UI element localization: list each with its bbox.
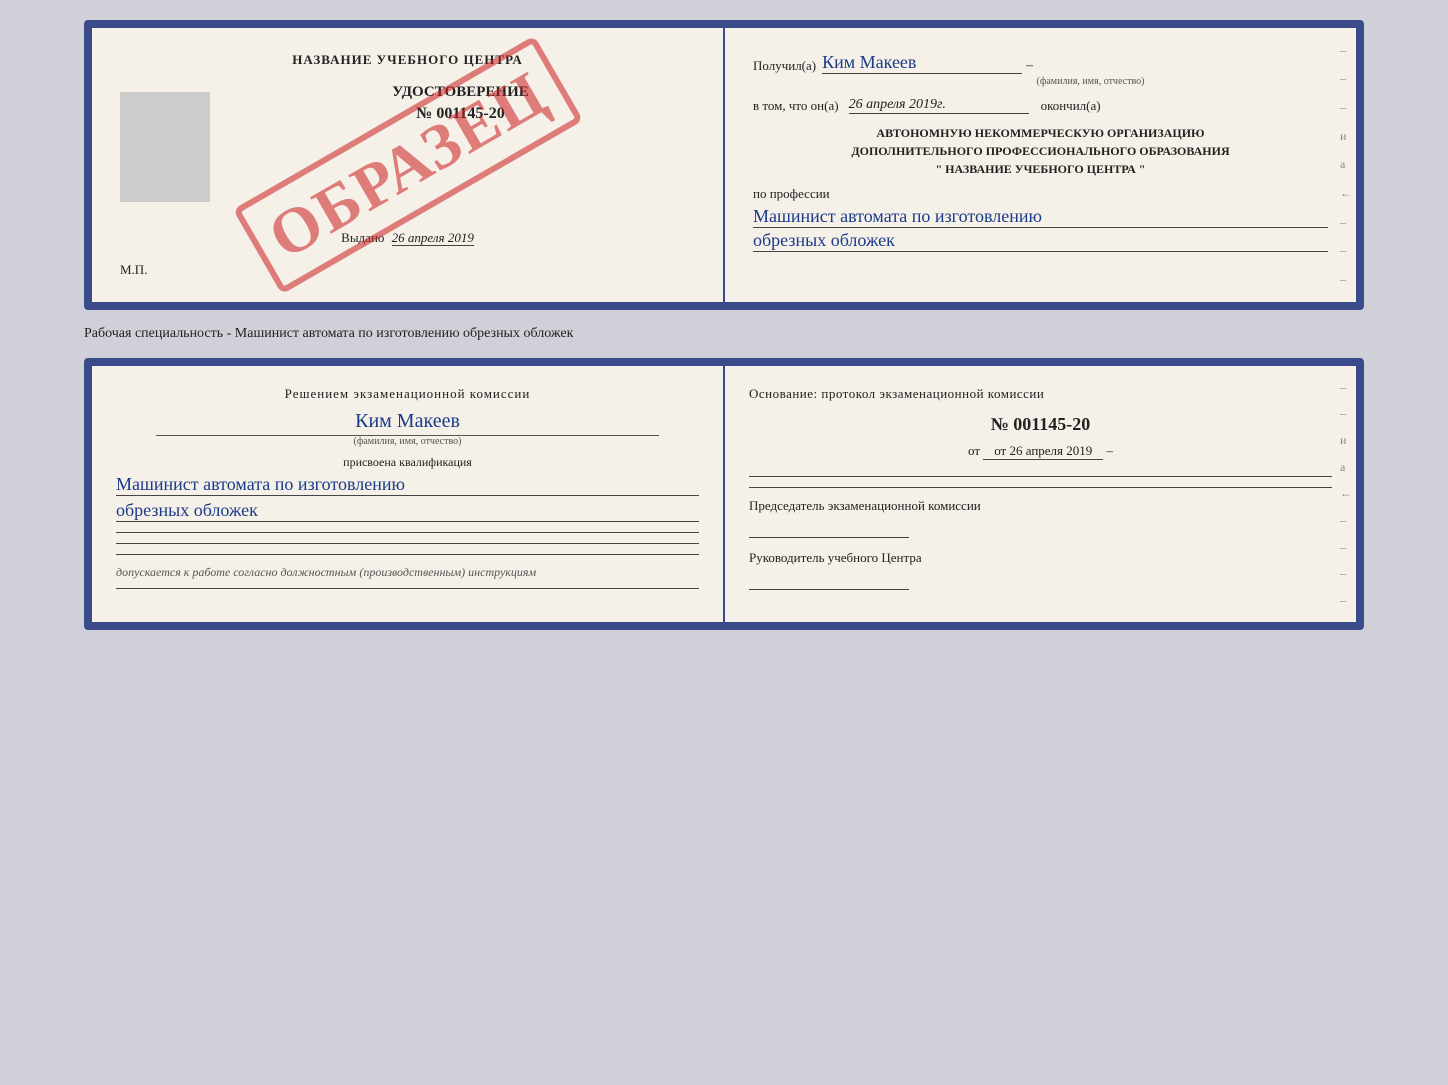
chair-section: Председатель экзаменационной комиссии — [749, 476, 1332, 538]
bottom-doc-left: Решением экзаменационной комиссии Ким Ма… — [92, 366, 725, 622]
assigned-label: присвоена квалификация — [116, 455, 699, 470]
person-subtext: (фамилия, имя, отчество) — [156, 435, 659, 447]
issued-label: Выдано — [341, 230, 384, 245]
right-side-dashes: – – – и а ← – – – — [1336, 28, 1356, 302]
date-row: в том, что он(а) 26 апреля 2019г. окончи… — [753, 97, 1328, 114]
between-label: Рабочая специальность - Машинист автомат… — [84, 326, 1364, 342]
basis-label: Основание: протокол экзаменационной коми… — [749, 386, 1332, 402]
profession-label: по профессии — [753, 186, 1328, 202]
person-name: Ким Макеев — [116, 410, 699, 433]
allowed-text: допускается к работе согласно должностны… — [116, 565, 699, 580]
received-name: Ким Макеев — [822, 52, 1022, 74]
blank-line-2 — [116, 543, 699, 544]
protocol-number: № 001145-20 — [749, 414, 1332, 435]
finished-label: окончил(а) — [1041, 98, 1101, 114]
from-prefix: от — [968, 443, 983, 458]
name-subtext: (фамилия, имя, отчество) — [853, 76, 1328, 87]
received-dash: – — [1026, 58, 1033, 74]
blank-line-3 — [116, 554, 699, 555]
qualification-value-1: Машинист автомата по изготовлению — [116, 474, 699, 496]
top-document: НАЗВАНИЕ УЧЕБНОГО ЦЕНТРА УДОСТОВЕРЕНИЕ №… — [84, 20, 1364, 310]
chair-label: Председатель экзаменационной комиссии — [749, 498, 1332, 514]
head-signature-line — [749, 570, 909, 590]
date-value: 26 апреля 2019г. — [849, 97, 1029, 114]
chair-blank-1 — [749, 476, 1332, 477]
received-label: Получил(а) — [753, 58, 816, 74]
head-label: Руководитель учебного Центра — [749, 550, 1332, 566]
profession-value-1: Машинист автомата по изготовлению — [753, 206, 1328, 228]
top-doc-left: НАЗВАНИЕ УЧЕБНОГО ЦЕНТРА УДОСТОВЕРЕНИЕ №… — [92, 28, 725, 302]
in-that-label: в том, что он(а) — [753, 98, 839, 114]
profession-section: по профессии Машинист автомата по изгото… — [753, 186, 1328, 252]
qualification-value-2: обрезных обложек — [116, 500, 699, 522]
bottom-doc-right: Основание: протокол экзаменационной коми… — [725, 366, 1356, 622]
issued-date: 26 апреля 2019 — [392, 230, 474, 246]
cert-label: УДОСТОВЕРЕНИЕ — [392, 84, 529, 101]
top-doc-right: Получил(а) Ким Макеев – (фамилия, имя, о… — [725, 28, 1356, 302]
protocol-date-value: от 26 апреля 2019 — [983, 443, 1103, 460]
received-section: Получил(а) Ким Макеев – (фамилия, имя, о… — [753, 52, 1328, 87]
cert-number: № 001145-20 — [416, 105, 505, 123]
school-name-top: НАЗВАНИЕ УЧЕБНОГО ЦЕНТРА — [120, 52, 695, 68]
org-title: АВТОНОМНУЮ НЕКОММЕРЧЕСКУЮ ОРГАНИЗАЦИЮ ДО… — [753, 124, 1328, 178]
org-line2: ДОПОЛНИТЕЛЬНОГО ПРОФЕССИОНАЛЬНОГО ОБРАЗО… — [753, 142, 1328, 160]
head-section: Руководитель учебного Центра — [749, 550, 1332, 590]
chair-signature-line — [749, 518, 909, 538]
mp-label: М.П. — [120, 262, 695, 278]
photo-placeholder — [120, 92, 210, 202]
bottom-document: Решением экзаменационной комиссии Ким Ма… — [84, 358, 1364, 630]
org-line1: АВТОНОМНУЮ НЕКОММЕРЧЕСКУЮ ОРГАНИЗАЦИЮ — [753, 124, 1328, 142]
issued-line: Выдано 26 апреля 2019 — [120, 230, 695, 246]
org-line3: " НАЗВАНИЕ УЧЕБНОГО ЦЕНТРА " — [753, 160, 1328, 178]
right-side-dashes-bottom: – – и а ← – – – – — [1336, 366, 1356, 622]
chair-blank-2 — [749, 487, 1332, 488]
profession-value-2: обрезных обложек — [753, 230, 1328, 252]
decision-title: Решением экзаменационной комиссии — [116, 386, 699, 402]
blank-line-1 — [116, 532, 699, 533]
protocol-dash: – — [1107, 443, 1114, 458]
received-row: Получил(а) Ким Макеев – — [753, 52, 1328, 74]
blank-line-4 — [116, 588, 699, 589]
protocol-date: от от 26 апреля 2019 – — [749, 443, 1332, 460]
